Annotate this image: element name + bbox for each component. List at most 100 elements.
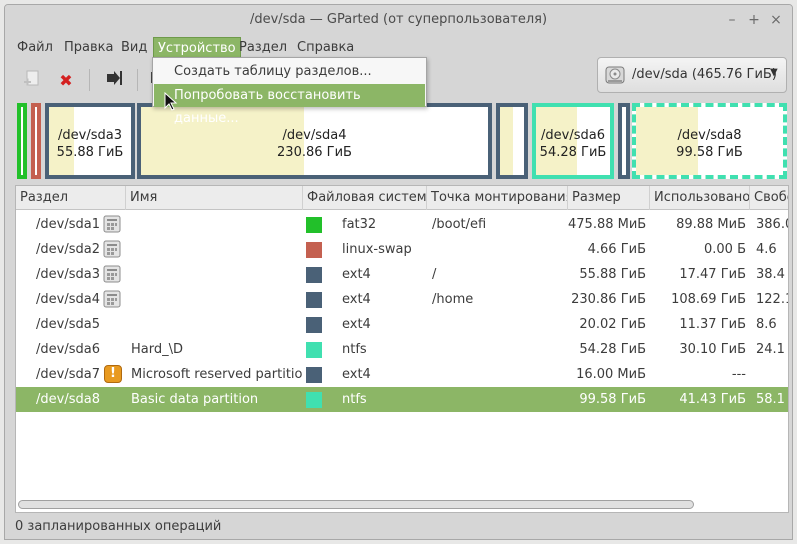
minimize-button[interactable]: – bbox=[723, 11, 741, 29]
maximize-button[interactable]: + bbox=[745, 11, 763, 29]
partition-block-sda6[interactable]: /dev/sda6 54.28 ГиБ bbox=[532, 103, 614, 179]
device-selector[interactable]: /dev/sda (465.76 ГиБ) ▼ bbox=[597, 57, 787, 93]
col-used[interactable]: Использовано bbox=[650, 186, 750, 210]
menu-view[interactable]: Вид bbox=[117, 37, 151, 59]
cell-filesystem: ntfs bbox=[342, 342, 367, 357]
delete-icon[interactable]: ✖ bbox=[53, 69, 79, 93]
partition-block-sda2[interactable] bbox=[31, 103, 41, 179]
partition-block-sda7[interactable] bbox=[618, 103, 630, 179]
col-name[interactable]: Имя bbox=[126, 186, 303, 210]
table-row[interactable]: /dev/sda4 ext4/home 230.86 ГиБ 108.69 ГиБ 12… bbox=[16, 287, 788, 312]
table-row[interactable]: /dev/sda5 ext4 20.02 ГиБ 11.37 ГиБ 8.6 bbox=[16, 312, 788, 337]
filesystem-color-swatch bbox=[306, 242, 322, 258]
cell-name: Microsoft reserved partition bbox=[131, 367, 303, 382]
cell-size: 20.02 ГиБ bbox=[579, 317, 646, 332]
resize-move-icon[interactable] bbox=[101, 69, 127, 93]
partition-name: /dev/sda3 bbox=[58, 128, 122, 143]
col-mountpoint[interactable]: Точка монтирования bbox=[427, 186, 568, 210]
table-row[interactable]: /dev/sda1 fat32/boot/efi 475.88 МиБ 89.88 М… bbox=[16, 212, 788, 237]
device-label: /dev/sda (465.76 ГиБ) bbox=[632, 67, 777, 82]
filesystem-color-swatch bbox=[306, 342, 322, 358]
cell-partition: /dev/sda3 bbox=[36, 267, 100, 282]
lock-icon bbox=[103, 240, 121, 258]
cell-used: 108.69 ГиБ bbox=[671, 292, 746, 307]
cell-name bbox=[131, 262, 303, 287]
cell-name bbox=[131, 287, 303, 312]
create-partition-table-item[interactable]: Создать таблицу разделов... bbox=[154, 60, 425, 83]
menu-bar: Файл Правка Вид Устройство Раздел Справк… bbox=[5, 35, 792, 59]
cell-filesystem: ext4 bbox=[342, 317, 371, 332]
cell-name: Basic data partition bbox=[131, 392, 259, 407]
cell-mountpoint bbox=[432, 362, 562, 387]
cell-size: 55.88 ГиБ bbox=[579, 267, 646, 282]
cell-used: 30.10 ГиБ bbox=[679, 342, 746, 357]
partition-name: /dev/sda6 bbox=[541, 128, 605, 143]
partition-block-sda3[interactable]: /dev/sda3 55.88 ГиБ bbox=[45, 103, 135, 179]
cell-mountpoint bbox=[432, 237, 562, 262]
partition-block-sda5[interactable] bbox=[496, 103, 528, 179]
cell-size: 4.66 ГиБ bbox=[587, 242, 646, 257]
filesystem-color-swatch bbox=[306, 367, 322, 383]
cell-filesystem: ext4 bbox=[342, 267, 371, 282]
partition-block-sda8[interactable]: /dev/sda8 99.58 ГиБ bbox=[632, 103, 787, 179]
cell-partition: /dev/sda2 bbox=[36, 242, 100, 257]
menu-edit[interactable]: Правка bbox=[60, 37, 117, 59]
cell-free bbox=[756, 362, 788, 387]
cell-partition: /dev/sda5 bbox=[36, 317, 100, 332]
new-partition-icon[interactable] bbox=[19, 69, 45, 93]
cell-mountpoint bbox=[432, 387, 562, 412]
partition-size: 55.88 ГиБ bbox=[56, 145, 124, 160]
lock-icon bbox=[103, 290, 121, 308]
cell-mountpoint: / bbox=[432, 267, 437, 282]
cell-free: 58.1 bbox=[756, 392, 785, 407]
cell-filesystem: fat32 bbox=[342, 217, 377, 232]
cell-size: 54.28 ГиБ bbox=[579, 342, 646, 357]
horizontal-scrollbar[interactable] bbox=[18, 500, 694, 509]
col-filesystem[interactable]: Файловая система bbox=[303, 186, 427, 210]
partition-table: Раздел Имя Файловая система Точка монтир… bbox=[15, 185, 789, 513]
partition-block-sda1[interactable] bbox=[17, 103, 27, 179]
cell-name bbox=[131, 237, 303, 262]
cell-used: 11.37 ГиБ bbox=[679, 317, 746, 332]
col-size[interactable]: Размер bbox=[568, 186, 650, 210]
cell-free: 8.6 bbox=[756, 317, 777, 332]
cell-free: 4.6 bbox=[756, 242, 777, 257]
attempt-data-rescue-item[interactable]: Попробовать восстановить данные... bbox=[154, 84, 425, 126]
cell-partition: /dev/sda4 bbox=[36, 292, 100, 307]
cell-mountpoint: /boot/efi bbox=[432, 217, 487, 232]
col-partition[interactable]: Раздел bbox=[16, 186, 126, 210]
table-row[interactable]: /dev/sda3 ext4 / 55.88 ГиБ 17.47 ГиБ 38.4 bbox=[16, 262, 788, 287]
table-row[interactable]: /dev/sda8 Basic data partition ntfs 99.58 Г… bbox=[16, 387, 788, 412]
filesystem-color-swatch bbox=[306, 217, 322, 233]
table-row[interactable]: /dev/sda2 linux-swap 4.66 ГиБ 0.00 Б 4.6 bbox=[16, 237, 788, 262]
cell-mountpoint bbox=[432, 312, 562, 337]
cell-partition: /dev/sda6 bbox=[36, 342, 100, 357]
cell-partition: /dev/sda7 bbox=[36, 367, 100, 382]
filesystem-color-swatch bbox=[306, 267, 322, 283]
cell-used: 41.43 ГиБ bbox=[679, 392, 746, 407]
chevron-down-icon: ▼ bbox=[770, 67, 778, 78]
warning-icon: ! bbox=[104, 365, 122, 383]
table-row[interactable]: /dev/sda6 Hard_\D ntfs 54.28 ГиБ 30.10 ГиБ 24… bbox=[16, 337, 788, 362]
menu-file[interactable]: Файл bbox=[13, 37, 57, 59]
cell-size: 99.58 ГиБ bbox=[579, 392, 646, 407]
table-header: Раздел Имя Файловая система Точка монтир… bbox=[16, 186, 788, 210]
close-button[interactable]: × bbox=[767, 11, 785, 29]
menu-device[interactable]: Устройство bbox=[153, 37, 241, 59]
cell-filesystem: ext4 bbox=[342, 367, 371, 382]
filesystem-color-swatch bbox=[306, 317, 322, 333]
partition-size: 230.86 ГиБ bbox=[277, 145, 352, 160]
cell-name: Hard_\D bbox=[131, 342, 183, 357]
menu-help[interactable]: Справка bbox=[293, 37, 358, 59]
lock-icon bbox=[103, 215, 121, 233]
table-row[interactable]: /dev/sda7! Microsoft reserved partition ex… bbox=[16, 362, 788, 387]
cell-filesystem: linux-swap bbox=[342, 242, 412, 257]
partition-size: 99.58 ГиБ bbox=[676, 145, 743, 160]
col-free[interactable]: Свобод bbox=[750, 186, 788, 210]
partition-name: /dev/sda8 bbox=[677, 128, 742, 143]
cell-name bbox=[131, 212, 303, 237]
menu-partition[interactable]: Раздел bbox=[235, 37, 291, 59]
filesystem-color-swatch bbox=[306, 292, 322, 308]
cell-free: 386.00 bbox=[756, 217, 788, 232]
lock-icon bbox=[103, 265, 121, 283]
